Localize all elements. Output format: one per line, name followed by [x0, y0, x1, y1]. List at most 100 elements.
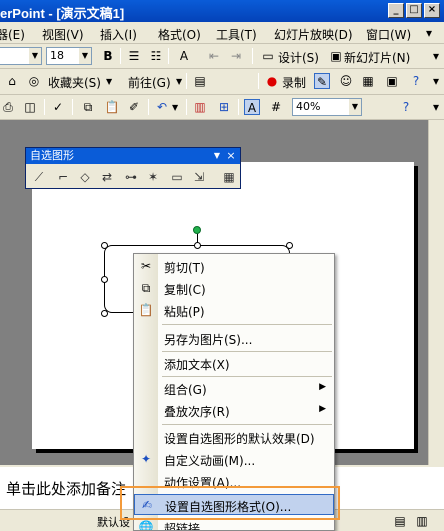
table-icon[interactable]: ⊞ [216, 99, 232, 115]
action-buttons-icon[interactable]: ⇲ [190, 168, 208, 186]
web-toolbar: ⌂ ◎ 收藏夹(S) ▼ 前往(G) ▼ ▤ ● 录制 ✎ ☺ ▦ ▣ ? ▾ [0, 69, 444, 95]
decrease-indent-icon[interactable]: ⇤ [206, 48, 222, 64]
close-icon[interactable]: × [224, 149, 238, 162]
bold-button[interactable]: B [100, 48, 116, 64]
record-icon: ● [266, 74, 278, 88]
menu-window[interactable]: 窗口(W) [366, 26, 411, 43]
autoshape-toolbar-title[interactable]: 自选图形 [26, 148, 240, 164]
menu-item-paste[interactable]: 📋 粘贴(P) [134, 300, 334, 321]
resize-handle[interactable] [101, 310, 108, 317]
help-icon[interactable]: ? [408, 73, 424, 89]
menu-item-custom-animation[interactable]: ✦ 自定义动画(M)... [134, 449, 334, 470]
show-formatting-icon[interactable]: A [244, 99, 260, 115]
toolbar-separator [186, 73, 187, 89]
font-size-combo[interactable]: 18 ▼ [46, 47, 92, 65]
copy-icon[interactable]: ⧉ [80, 99, 96, 115]
callouts-icon[interactable]: ▭ [168, 168, 186, 186]
chart-icon[interactable]: ▥ [192, 99, 208, 115]
menu-edit[interactable]: 器(E) [0, 26, 25, 43]
title-bar: erPoint - [演示文稿1] _ □ × [0, 0, 444, 22]
basic-shapes-icon[interactable]: ◇ [76, 168, 94, 186]
font-size-value: 18 [50, 49, 64, 62]
menu-item-label: 组合(G) [164, 383, 207, 397]
zoom-value: 40% [296, 100, 321, 113]
window-title: erPoint - [演示文稿1] [0, 6, 125, 21]
menu-overflow-arrow[interactable]: ▾ [426, 26, 432, 40]
numbering-icon[interactable]: ☰ [126, 48, 142, 64]
record-button[interactable]: 录制 [282, 74, 306, 91]
rotation-handle[interactable] [193, 226, 201, 234]
increase-indent-icon[interactable]: ⇥ [228, 48, 244, 64]
chevron-down-icon: ▼ [176, 77, 183, 86]
undo-icon[interactable]: ↶ [154, 99, 170, 115]
design-button[interactable]: 设计(S) [278, 49, 319, 66]
increase-font-icon[interactable]: A [176, 48, 192, 64]
menu-item-label: 添加文本(X) [164, 358, 230, 372]
more-shapes-icon[interactable]: ▦ [220, 168, 238, 186]
slide-icon[interactable]: ▤ [192, 73, 208, 89]
chevron-down-icon: ▼ [349, 99, 361, 115]
maximize-button[interactable]: □ [406, 3, 422, 18]
menu-item-add-text[interactable]: 添加文本(X) [134, 353, 334, 374]
format-painter-icon[interactable]: ✐ [126, 99, 142, 115]
view-icon[interactable]: ▤ [392, 513, 408, 529]
resize-handle[interactable] [286, 242, 293, 249]
copy-icon: ⧉ [141, 281, 151, 295]
minimize-button[interactable]: _ [388, 3, 404, 18]
camera-icon[interactable]: ▣ [384, 73, 400, 89]
menu-separator [162, 324, 332, 325]
goto-menu[interactable]: 前往(G) [128, 74, 171, 91]
menu-item-label: 超链接 [164, 522, 201, 531]
home-icon[interactable]: ⌂ [4, 73, 20, 89]
toolbar-options-icon[interactable]: ▾ [428, 48, 444, 64]
resize-handle[interactable] [101, 242, 108, 249]
chevron-down-icon[interactable]: ▼ [212, 149, 222, 162]
zoom-combo[interactable]: 40% ▼ [292, 98, 362, 116]
flowchart-icon[interactable]: ⊶ [122, 168, 140, 186]
font-name-combo[interactable]: ▼ [0, 47, 42, 65]
menu-slideshow[interactable]: 幻灯片放映(D) [274, 26, 353, 43]
vertical-scrollbar[interactable] [428, 120, 444, 465]
menu-item-cut[interactable]: ✂ 剪切(T) [134, 256, 334, 277]
view-icon[interactable]: ▥ [414, 513, 430, 529]
menu-item-save-as-picture[interactable]: 另存为图片(S)... [134, 328, 334, 349]
pen-icon[interactable]: ✎ [314, 73, 330, 89]
presenter-icon[interactable]: ▦ [360, 73, 376, 89]
block-arrows-icon[interactable]: ⇄ [98, 168, 116, 186]
menu-format[interactable]: 格式(O) [158, 26, 201, 43]
menu-item-label: 粘贴(P) [164, 305, 205, 319]
spelling-icon[interactable]: ✓ [50, 99, 66, 115]
menu-item-label: 设置自选图形的默认效果(D) [164, 432, 315, 446]
toolbar-options-icon[interactable]: ▾ [428, 99, 444, 115]
menu-insert[interactable]: 插入(I) [100, 26, 137, 43]
bullets-icon[interactable]: ☷ [148, 48, 164, 64]
menu-item-set-default[interactable]: 设置自选图形的默认效果(D) [134, 427, 334, 448]
menu-separator [162, 424, 332, 425]
menu-view[interactable]: 视图(V) [42, 26, 84, 43]
menu-item-label: 剪切(T) [164, 261, 205, 275]
print-icon[interactable]: ⎙ [0, 99, 16, 115]
new-slide-icon: ▣ [330, 49, 342, 63]
close-button[interactable]: × [424, 3, 440, 18]
search-icon[interactable]: ◎ [26, 73, 42, 89]
toolbar-options-icon[interactable]: ▾ [428, 73, 444, 89]
menu-item-group[interactable]: 组合(G) ▶ [134, 378, 334, 399]
resize-handle[interactable] [194, 242, 201, 249]
menu-item-copy[interactable]: ⧉ 复制(C) [134, 278, 334, 299]
favorites-menu[interactable]: 收藏夹(S) [48, 74, 101, 91]
menu-item-order[interactable]: 叠放次序(R) ▶ [134, 400, 334, 421]
stars-banners-icon[interactable]: ✶ [144, 168, 162, 186]
print-preview-icon[interactable]: ◫ [22, 99, 38, 115]
annotation-highlight-box [120, 486, 340, 520]
new-slide-button[interactable]: 新幻灯片(N) [344, 49, 410, 66]
connectors-icon[interactable]: ⌐ [54, 168, 72, 186]
paste-icon[interactable]: 📋 [104, 99, 120, 115]
chevron-down-icon: ▼ [106, 77, 113, 86]
grid-icon[interactable]: # [268, 99, 284, 115]
resize-handle[interactable] [101, 276, 108, 283]
menu-tools[interactable]: 工具(T) [216, 26, 257, 43]
person-icon[interactable]: ☺ [338, 73, 354, 89]
lines-icon[interactable]: ⟋ [30, 168, 48, 186]
help-icon[interactable]: ? [398, 99, 414, 115]
toolbar-separator [238, 99, 239, 115]
